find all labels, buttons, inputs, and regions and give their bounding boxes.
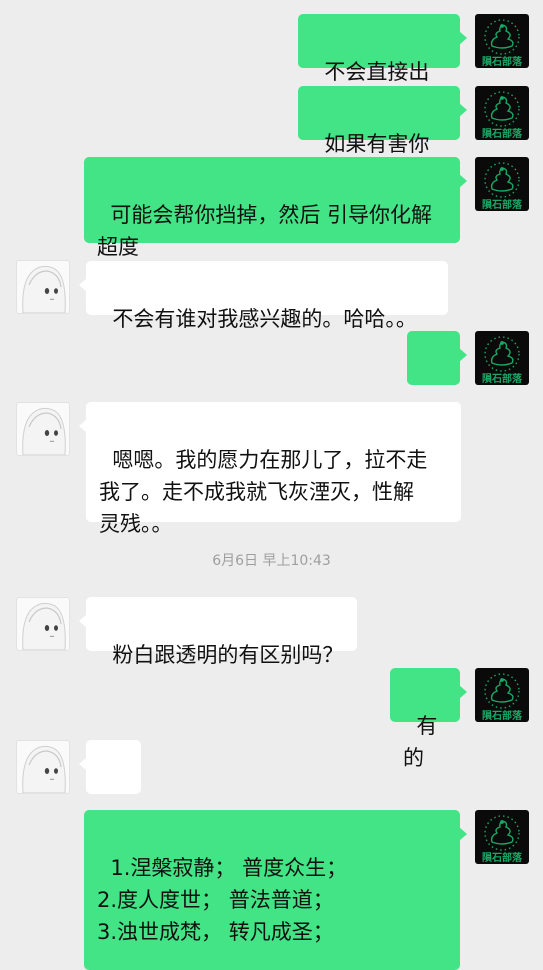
anime-girl-avatar-icon	[22, 407, 66, 455]
message-bubble-sent[interactable]: 不会直接出手	[298, 14, 467, 116]
message-text: 有的	[403, 714, 438, 770]
message-text: 嗯嗯。我的愿力在那儿了，拉不走 我了。走不成我就飞灰湮灭，性解 灵残。。	[99, 448, 428, 536]
message-bubble-sent[interactable]: 可能会帮你挡掉，然后 引导你化解 超度	[84, 157, 467, 259]
anime-girl-avatar-icon	[22, 602, 66, 650]
avatar-me[interactable]: 隕石部落	[475, 810, 529, 864]
avatar-me[interactable]: 隕石部落	[475, 668, 529, 722]
coiled-snake-logo-icon: 隕石部落	[482, 815, 523, 864]
message-text: 可能会帮你挡掉，然后 引导你化解 超度	[97, 203, 433, 259]
message-bubble-received[interactable]: 粉白跟透明的有区别吗？	[79, 597, 357, 667]
avatar-other[interactable]	[16, 740, 70, 794]
coiled-snake-logo-icon: 隕石部落	[482, 162, 523, 211]
avatar-caption: 隕石部落	[482, 127, 523, 140]
coiled-snake-logo-icon: 隕石部落	[482, 91, 523, 140]
avatar-other[interactable]	[16, 597, 70, 651]
avatar-other[interactable]	[16, 260, 70, 314]
timestamp-divider: 6月6日 早上10:43	[212, 553, 331, 569]
coiled-snake-logo-icon: 隕石部落	[482, 336, 523, 385]
anime-girl-avatar-icon	[22, 265, 66, 313]
avatar-me[interactable]: 隕石部落	[475, 14, 529, 68]
avatar-other[interactable]	[16, 402, 70, 456]
message-bubble-received[interactable]: 嗯嗯。我的愿力在那儿了，拉不走 我了。走不成我就飞灰湮灭，性解 灵残。。	[79, 402, 461, 536]
message-bubble-received[interactable]: 不会有谁对我感兴趣的。哈哈。。	[79, 261, 448, 331]
avatar-caption: 隕石部落	[482, 851, 523, 864]
avatar-me[interactable]: 隕石部落	[475, 86, 529, 140]
message-bubble-sent[interactable]: 如果有害你的	[298, 86, 467, 188]
coiled-snake-logo-icon: 隕石部落	[482, 673, 523, 722]
avatar-caption: 隕石部落	[482, 709, 523, 722]
avatar-caption: 隕石部落	[482, 372, 523, 385]
avatar-caption: 隕石部落	[482, 198, 523, 211]
message-text: 1.涅槃寂静； 普度众生； 2.度人度世； 普法普道； 3.浊世成梵， 转凡成圣…	[97, 856, 348, 944]
avatar-me[interactable]: 隕石部落	[475, 331, 529, 385]
avatar-me[interactable]: 隕石部落	[475, 157, 529, 211]
anime-girl-avatar-icon	[22, 745, 66, 793]
sticker-bubble-received[interactable]	[79, 740, 141, 844]
message-text: 不会有谁对我感兴趣的。哈哈。。	[112, 307, 417, 331]
message-text: 粉白跟透明的有区别吗？	[112, 643, 344, 667]
coiled-snake-logo-icon: 隕石部落	[482, 19, 523, 68]
avatar-caption: 隕石部落	[482, 55, 523, 68]
message-bubble-sent[interactable]: 有的	[390, 668, 467, 770]
message-bubble-sent[interactable]: 1.涅槃寂静； 普度众生； 2.度人度世； 普法普道； 3.浊世成梵， 转凡成圣…	[84, 810, 467, 970]
sticker-bubble-sent[interactable]	[407, 331, 467, 434]
